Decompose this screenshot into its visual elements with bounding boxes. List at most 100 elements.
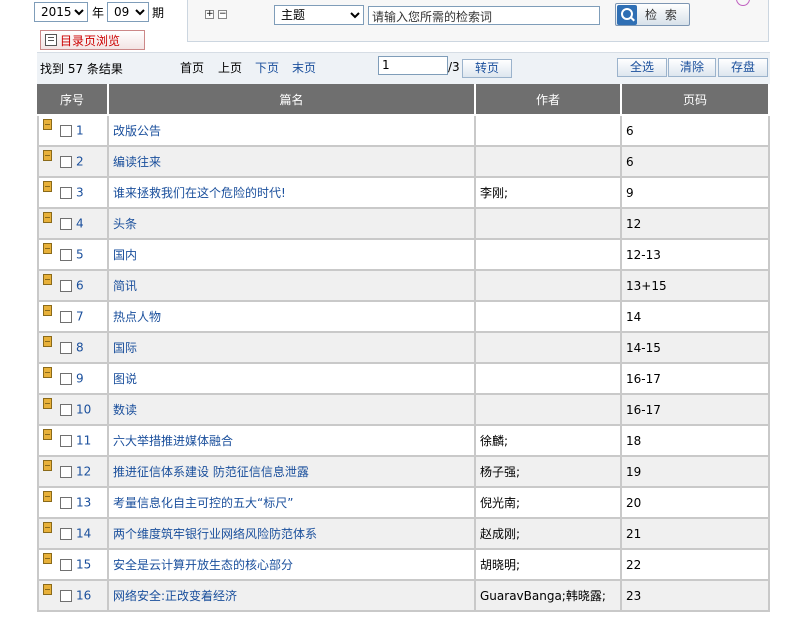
- issue-select[interactable]: 09: [107, 2, 149, 22]
- search-button-label: 检 索: [645, 8, 679, 22]
- article-icon[interactable]: [43, 398, 52, 410]
- article-title-link[interactable]: 谁来拯救我们在这个危险的时代!: [113, 186, 286, 200]
- clear-button[interactable]: 清除: [668, 58, 716, 77]
- row-pages-cell: 19: [622, 457, 770, 488]
- article-title-link[interactable]: 六大举措推进媒体融合: [113, 434, 233, 448]
- article-title-link[interactable]: 国内: [113, 248, 137, 262]
- prev-page-link[interactable]: 上页: [218, 59, 242, 76]
- row-checkbox[interactable]: [60, 124, 72, 137]
- row-title-cell: 国内: [109, 240, 476, 271]
- row-checkbox[interactable]: [60, 527, 72, 540]
- row-checkbox[interactable]: [60, 341, 72, 354]
- article-pages: 13+15: [626, 278, 667, 293]
- row-pages-cell: 20: [622, 488, 770, 519]
- year-label: 年: [92, 6, 105, 20]
- expand-plus-icon[interactable]: +: [205, 10, 214, 19]
- article-author: GuaravBanga;韩晓露;: [480, 589, 606, 603]
- row-pages-cell: 23: [622, 581, 770, 612]
- article-icon[interactable]: [43, 522, 52, 534]
- row-number: 10: [76, 402, 92, 417]
- row-checkbox[interactable]: [60, 558, 72, 571]
- row-number-cell: 11: [37, 426, 109, 457]
- catalog-browse-label: 目录页浏览: [60, 33, 121, 48]
- row-author-cell: 李刚;: [476, 178, 622, 209]
- row-pages-cell: 22: [622, 550, 770, 581]
- row-author-cell: [476, 364, 622, 395]
- row-checkbox[interactable]: [60, 186, 72, 199]
- collapse-minus-icon[interactable]: −: [218, 10, 227, 19]
- article-title-link[interactable]: 网络安全:正改变着经济: [113, 589, 237, 603]
- article-icon[interactable]: [43, 336, 52, 348]
- row-checkbox[interactable]: [60, 279, 72, 292]
- row-checkbox[interactable]: [60, 589, 72, 602]
- article-title-link[interactable]: 推进征信体系建设 防范征信信息泄露: [113, 465, 309, 479]
- row-checkbox[interactable]: [60, 496, 72, 509]
- article-title-link[interactable]: 国际: [113, 341, 137, 355]
- row-checkbox[interactable]: [60, 434, 72, 447]
- article-title-link[interactable]: 安全是云计算开放生态的核心部分: [113, 558, 293, 572]
- row-title-cell: 国际: [109, 333, 476, 364]
- search-field-select[interactable]: 主题: [274, 5, 364, 25]
- article-title-link[interactable]: 热点人物: [113, 310, 161, 324]
- row-checkbox[interactable]: [60, 217, 72, 230]
- article-icon[interactable]: [43, 584, 52, 596]
- article-title-link[interactable]: 改版公告: [113, 124, 161, 138]
- row-author-cell: GuaravBanga;韩晓露;: [476, 581, 622, 612]
- article-title-link[interactable]: 头条: [113, 217, 137, 231]
- article-title-link[interactable]: 简讯: [113, 279, 137, 293]
- search-input[interactable]: 请输入您所需的检索词: [368, 6, 600, 25]
- article-title-link[interactable]: 两个维度筑牢银行业网络风险防范体系: [113, 527, 317, 541]
- row-number: 7: [76, 309, 84, 324]
- row-title-cell: 编读往来: [109, 147, 476, 178]
- row-checkbox[interactable]: [60, 248, 72, 261]
- page-number-input[interactable]: 1: [378, 56, 448, 75]
- select-all-button[interactable]: 全选: [617, 58, 667, 77]
- article-author: 杨子强;: [480, 465, 521, 479]
- row-checkbox[interactable]: [60, 403, 72, 416]
- issue-label: 期: [152, 6, 165, 20]
- first-page-link[interactable]: 首页: [180, 59, 204, 76]
- article-icon[interactable]: [43, 553, 52, 565]
- article-icon[interactable]: [43, 305, 52, 317]
- catalog-icon: [45, 34, 57, 46]
- article-pages: 9: [626, 185, 634, 200]
- article-icon[interactable]: [43, 491, 52, 503]
- article-icon[interactable]: [43, 150, 52, 162]
- next-page-link[interactable]: 下页: [255, 59, 279, 76]
- article-icon[interactable]: [43, 460, 52, 472]
- row-title-cell: 六大举措推进媒体融合: [109, 426, 476, 457]
- save-button[interactable]: 存盘: [718, 58, 768, 77]
- article-title-link[interactable]: 编读往来: [113, 155, 161, 169]
- article-icon[interactable]: [43, 429, 52, 441]
- row-checkbox[interactable]: [60, 155, 72, 168]
- row-checkbox[interactable]: [60, 372, 72, 385]
- row-title-cell: 头条: [109, 209, 476, 240]
- row-author-cell: [476, 302, 622, 333]
- article-pages: 19: [626, 464, 642, 479]
- article-icon[interactable]: [43, 274, 52, 286]
- row-checkbox[interactable]: [60, 465, 72, 478]
- catalog-browse-button[interactable]: 目录页浏览: [40, 30, 145, 50]
- row-pages-cell: 12-13: [622, 240, 770, 271]
- year-select[interactable]: 2015: [34, 2, 88, 22]
- table-row: 5 国内 12-13: [37, 240, 770, 271]
- article-icon[interactable]: [43, 212, 52, 224]
- row-number-cell: 16: [37, 581, 109, 612]
- goto-page-button[interactable]: 转页: [462, 59, 512, 78]
- article-icon[interactable]: [43, 243, 52, 255]
- search-button[interactable]: 检 索: [615, 3, 690, 26]
- row-author-cell: [476, 209, 622, 240]
- article-author: 李刚;: [480, 186, 509, 200]
- article-icon[interactable]: [43, 367, 52, 379]
- magnifier-icon: [617, 4, 637, 25]
- row-pages-cell: 6: [622, 147, 770, 178]
- article-title-link[interactable]: 数读: [113, 403, 137, 417]
- article-icon[interactable]: [43, 181, 52, 193]
- row-checkbox[interactable]: [60, 310, 72, 323]
- article-title-link[interactable]: 图说: [113, 372, 137, 386]
- article-title-link[interactable]: 考量信息化自主可控的五大“标尺”: [113, 496, 293, 510]
- table-row: 1 改版公告 6: [37, 116, 770, 147]
- last-page-link[interactable]: 末页: [292, 59, 316, 76]
- article-icon[interactable]: [43, 119, 52, 131]
- row-author-cell: 杨子强;: [476, 457, 622, 488]
